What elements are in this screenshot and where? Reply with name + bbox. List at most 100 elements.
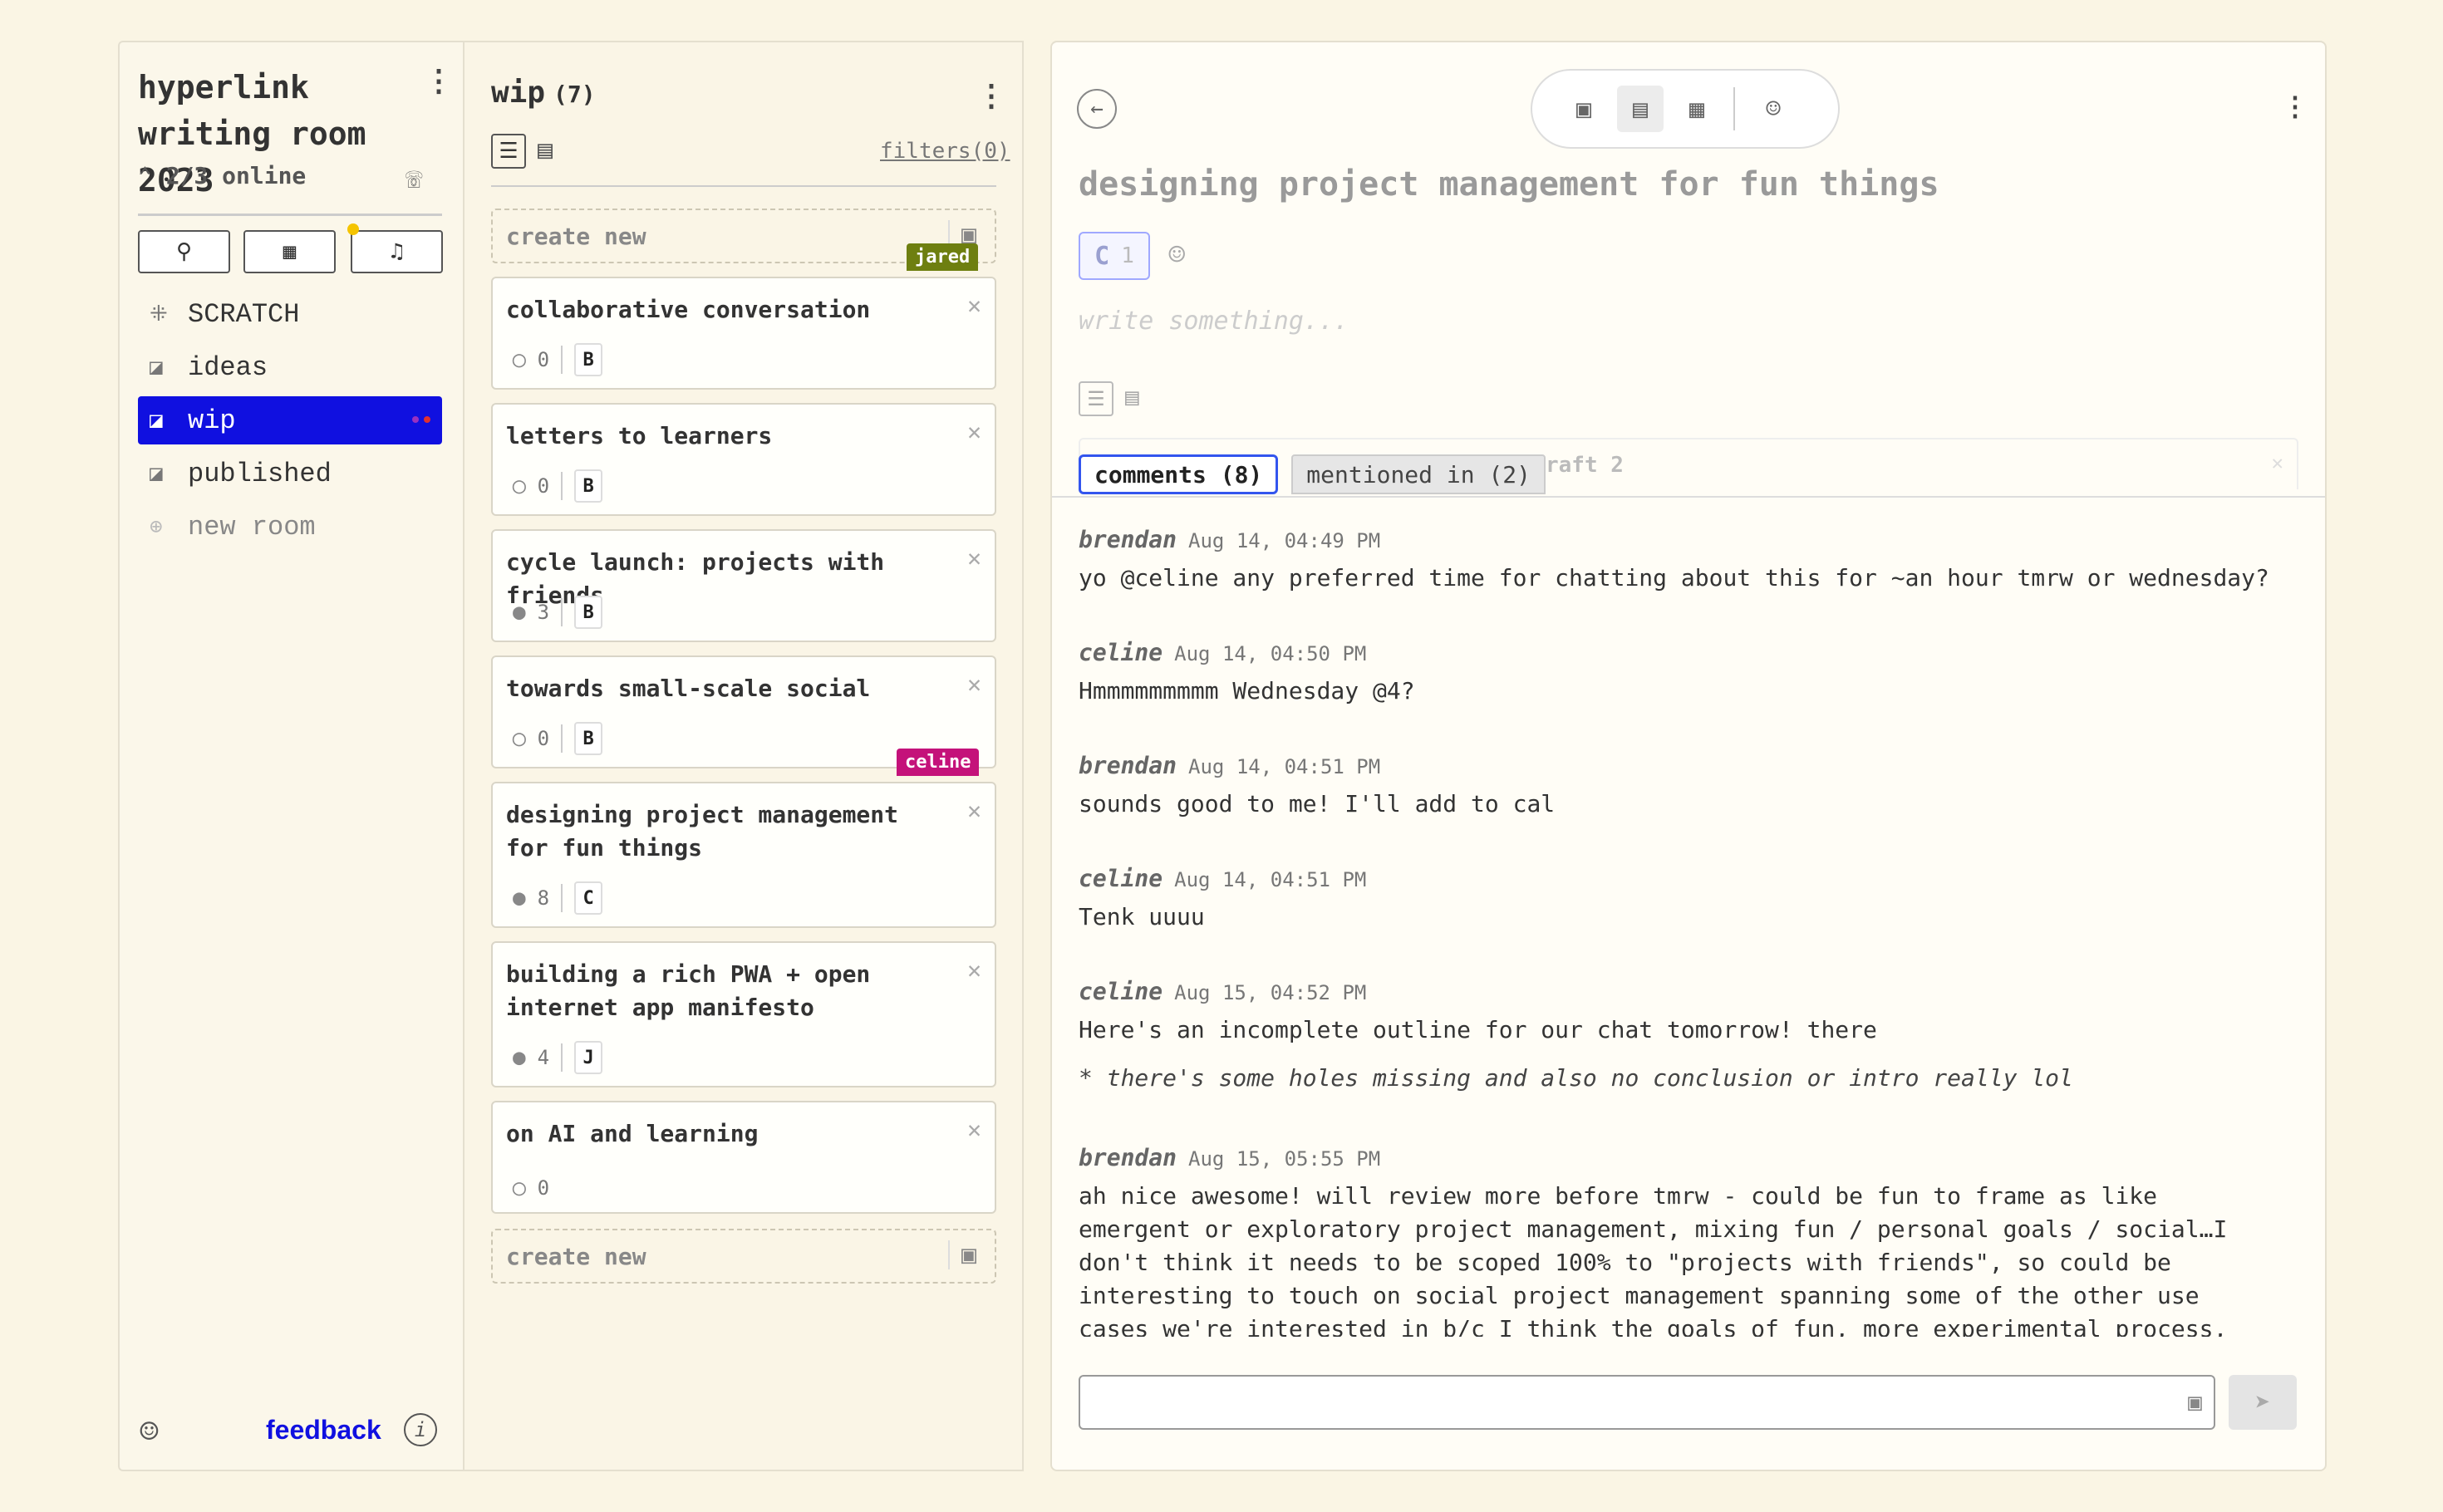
list-item[interactable]: cycle launch: projects with friends ✕ ● … — [491, 529, 996, 642]
divider — [561, 598, 563, 626]
close-icon[interactable]: ✕ — [967, 956, 981, 984]
calendar-icon: ▦ — [283, 239, 297, 264]
search-button[interactable]: ⚲ — [138, 230, 230, 273]
comment-body: Tenk uuuu — [1079, 903, 1205, 930]
sidebar-item-new-room[interactable]: ⊕ new room — [138, 503, 442, 551]
info-icon[interactable]: i — [404, 1413, 437, 1446]
comment-author: celine — [1079, 978, 1163, 1005]
sidebar-item-ideas[interactable]: ◪ ideas — [138, 343, 442, 391]
comment-time: Aug 15, 05:55 PM — [1188, 1147, 1381, 1171]
comment: celine Aug 15, 04:52 PM Here's an incompl… — [1079, 978, 2275, 1095]
feedback-link[interactable]: feedback — [266, 1415, 381, 1446]
comment-body: Here's an incomplete outline for our cha… — [1079, 1016, 1877, 1043]
list-item[interactable]: building a rich PWA + open internet app … — [491, 941, 996, 1087]
divider — [138, 214, 442, 216]
bell-icon: ♫ — [390, 239, 404, 264]
send-button[interactable]: ➤ — [2229, 1375, 2297, 1430]
comment-count: 8 — [537, 886, 550, 910]
reference-title: raft 2 — [1546, 453, 1624, 478]
card-meta: ● 4 J — [513, 1041, 603, 1074]
user-tag-jared: jared — [907, 243, 979, 271]
comment-author: celine — [1079, 865, 1163, 892]
list-item[interactable]: designing project management for fun thi… — [491, 782, 996, 928]
list-item[interactable]: letters to learners ✕ ◯ 0 B — [491, 403, 996, 516]
close-icon[interactable]: ✕ — [967, 544, 981, 572]
editor-placeholder[interactable]: write something... — [1079, 307, 1349, 336]
list-item[interactable]: collaborative conversation ✕ ◯ 0 B — [491, 277, 996, 390]
comment-count: 4 — [537, 1046, 550, 1069]
list-panel: wip (7) ⋮ ☰ ▤ filters(0) create new ▣ jar… — [463, 41, 1024, 1471]
comment-bubble-filled-icon: ● — [513, 600, 526, 625]
close-icon[interactable]: ✕ — [967, 670, 981, 698]
add-collaborator-icon[interactable]: ☺ — [1168, 238, 1185, 272]
attach-card-icon[interactable]: ▣ — [2188, 1388, 2202, 1416]
tab-comments[interactable]: comments (8) — [1079, 454, 1279, 494]
comment-count: 0 — [537, 1176, 550, 1200]
card-title: letters to learners — [506, 422, 773, 449]
comment-input[interactable]: ▣ — [1079, 1375, 2215, 1430]
comment-author: brendan — [1079, 526, 1177, 553]
sidebar-item-label: wip — [188, 405, 236, 436]
close-icon[interactable]: ✕ — [2272, 451, 2283, 474]
comment-time: Aug 14, 04:50 PM — [1174, 642, 1367, 665]
list-item[interactable]: on AI and learning ✕ ◯ 0 — [491, 1101, 996, 1214]
create-new-label: create new — [506, 1242, 646, 1270]
user-avatar-icon[interactable]: ☺ — [140, 1413, 159, 1450]
filters-link[interactable]: filters(0) — [880, 139, 1010, 164]
list-count: (7) — [553, 81, 596, 108]
card-meta: ◯ 0 — [513, 1176, 549, 1200]
add-user-icon[interactable]: ☺ — [1750, 86, 1797, 132]
close-icon[interactable]: ✕ — [967, 292, 981, 319]
online-status: ⌃ 2/3 online — [138, 162, 306, 189]
comment-time: Aug 14, 04:49 PM — [1188, 529, 1381, 552]
room-settings-icon[interactable]: ☏ — [406, 162, 422, 195]
comment-body-quote: * there's some holes missing and also no… — [1079, 1064, 2073, 1092]
close-icon[interactable]: ✕ — [967, 1116, 981, 1143]
detail-menu-icon[interactable]: ⋮ — [2282, 91, 2308, 122]
user-tag-celine: celine — [897, 749, 980, 776]
card-title: building a rich PWA + open internet app … — [506, 960, 871, 1021]
comment-time: Aug 14, 04:51 PM — [1188, 755, 1381, 778]
card-meta: ◯ 0 B — [513, 469, 603, 503]
sidebar-item-published[interactable]: ◪ published — [138, 449, 442, 498]
sidebar-item-label: SCRATCH — [188, 298, 300, 330]
card-icon[interactable]: ▤ — [1617, 86, 1664, 132]
add-card-icon[interactable]: ▣ — [947, 1240, 976, 1269]
stack-icon: ◪ — [150, 461, 163, 487]
board-view-icon[interactable]: ▤ — [538, 135, 553, 164]
tab-mentioned-in[interactable]: mentioned in (2) — [1291, 454, 1546, 494]
card-title: collaborative conversation — [506, 296, 871, 323]
chevrons-up-icon: ⌃ — [138, 162, 152, 189]
close-icon[interactable]: ✕ — [967, 418, 981, 445]
tag-chip[interactable]: C 1 — [1079, 232, 1150, 280]
room-menu-icon[interactable]: ⋮ — [424, 64, 454, 98]
comment-body: sounds good to me! I'll add to cal — [1079, 790, 1556, 817]
card-title: towards small-scale social — [506, 675, 871, 702]
divider — [561, 724, 563, 753]
comment-count: 0 — [537, 727, 550, 750]
sidebar-item-scratch[interactable]: ⁜ SCRATCH — [138, 290, 442, 338]
notification-dot — [347, 223, 359, 235]
create-new-bottom[interactable]: create new ▣ — [491, 1229, 996, 1284]
list-view-icon[interactable]: ☰ — [1079, 381, 1113, 416]
divider — [491, 185, 996, 187]
sidebar-item-wip[interactable]: ◪ wip — [138, 396, 442, 444]
list-title: wip (7) — [491, 76, 596, 110]
comment-time: Aug 14, 04:51 PM — [1174, 868, 1367, 891]
calendar-icon[interactable]: ▦ — [1674, 86, 1720, 132]
calendar-button[interactable]: ▦ — [243, 230, 336, 273]
notifications-button[interactable]: ♫ — [347, 223, 443, 273]
presence-dot — [412, 416, 419, 423]
back-arrow-icon[interactable]: ← — [1077, 89, 1117, 129]
board-view-icon[interactable]: ▤ — [1125, 383, 1139, 410]
divider — [1733, 87, 1735, 130]
image-icon[interactable]: ▣ — [1561, 86, 1607, 132]
search-icon: ⚲ — [175, 239, 193, 264]
close-icon[interactable]: ✕ — [967, 797, 981, 824]
list-menu-icon[interactable]: ⋮ — [976, 79, 1006, 113]
author-badge: J — [574, 1041, 603, 1074]
doc-title: designing project management for fun thi… — [1079, 165, 1939, 204]
comment-bubble-filled-icon: ● — [513, 1045, 526, 1070]
list-view-icon[interactable]: ☰ — [491, 134, 526, 169]
create-new-label: create new — [506, 222, 646, 250]
